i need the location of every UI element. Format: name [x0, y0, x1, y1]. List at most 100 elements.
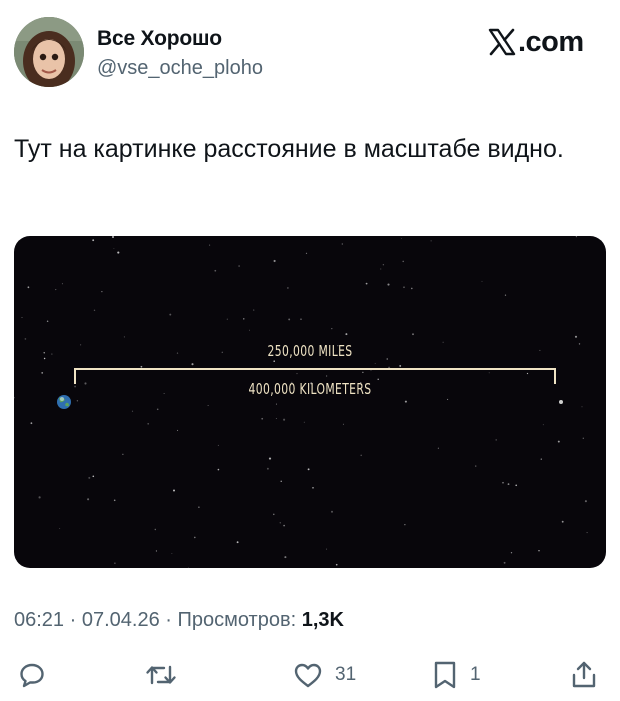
star	[273, 513, 275, 516]
reply-button[interactable]	[18, 655, 46, 695]
star	[55, 289, 57, 291]
display-name[interactable]: Все Хорошо	[97, 27, 222, 51]
star	[191, 363, 194, 366]
star	[87, 498, 90, 501]
star	[380, 268, 382, 270]
star	[502, 481, 504, 484]
star	[46, 320, 49, 323]
star	[14, 396, 15, 399]
star	[538, 550, 540, 552]
star	[113, 499, 116, 502]
action-bar: 31 1	[0, 655, 620, 695]
star	[447, 398, 449, 400]
star	[335, 563, 338, 566]
avatar[interactable]	[14, 17, 84, 87]
brand-link[interactable]: .com	[488, 25, 584, 59]
like-button[interactable]: 31	[293, 655, 356, 695]
star	[526, 372, 529, 375]
star	[217, 444, 219, 446]
star	[171, 553, 173, 554]
star	[59, 528, 61, 529]
star	[51, 353, 53, 355]
star	[362, 371, 364, 373]
star	[15, 559, 18, 562]
retweet-button[interactable]	[145, 655, 177, 695]
star	[123, 336, 125, 338]
like-count: 31	[335, 664, 357, 685]
star	[43, 352, 45, 354]
share-button[interactable]	[570, 655, 598, 695]
star	[561, 520, 564, 523]
star	[27, 286, 30, 289]
star	[122, 453, 124, 455]
star	[404, 524, 406, 526]
star	[61, 283, 63, 285]
star	[584, 500, 587, 503]
star	[243, 318, 245, 320]
star	[400, 238, 402, 240]
star	[503, 561, 506, 564]
bookmark-count: 1	[470, 664, 481, 685]
star	[131, 410, 134, 412]
star	[387, 283, 390, 286]
star	[280, 480, 282, 482]
tweet-text: Тут на картинке расстояние в масштабе ви…	[14, 135, 564, 163]
tweet-meta: 06:21 · 07.04.26 · Просмотров: 1,3K	[14, 609, 344, 632]
star	[475, 465, 477, 467]
star	[249, 329, 250, 331]
star	[402, 260, 404, 263]
tweet-media-image[interactable]: 250,000 MILES 400,000 KILOMETERS	[14, 236, 606, 568]
star	[411, 287, 413, 290]
star	[542, 424, 544, 426]
star	[582, 437, 584, 439]
star	[112, 236, 114, 238]
star	[43, 357, 46, 360]
star	[92, 475, 95, 478]
star	[586, 532, 588, 534]
retweet-icon	[146, 665, 176, 685]
bookmark-button[interactable]: 1	[432, 655, 481, 695]
star	[557, 440, 560, 443]
brand-text: .com	[518, 25, 584, 58]
kilometers-label: 400,000 KILOMETERS	[248, 380, 372, 398]
tweet-time[interactable]: 06:21	[14, 609, 64, 631]
star	[273, 259, 276, 263]
star	[24, 338, 27, 340]
star	[360, 454, 362, 457]
star	[342, 423, 344, 425]
star	[236, 541, 239, 544]
star	[507, 483, 510, 485]
star	[488, 372, 490, 374]
star	[365, 282, 368, 285]
star	[303, 421, 305, 423]
star	[187, 567, 189, 568]
star	[268, 457, 272, 460]
star	[399, 364, 402, 367]
star	[198, 506, 200, 508]
star	[169, 313, 172, 316]
heart-icon	[294, 663, 322, 688]
star	[305, 252, 308, 254]
user-handle[interactable]: @vse_oche_ploho	[97, 57, 263, 80]
star	[41, 372, 44, 374]
star	[296, 373, 298, 375]
star	[539, 349, 541, 351]
star	[266, 467, 269, 470]
star	[177, 429, 179, 431]
star	[437, 447, 439, 449]
meta-separator: ·	[159, 609, 178, 631]
star	[84, 382, 87, 385]
tweet-date[interactable]: 07.04.26	[82, 609, 160, 631]
star	[430, 240, 432, 242]
star	[581, 406, 583, 408]
x-logo-icon	[488, 28, 516, 56]
star	[283, 524, 285, 527]
star	[88, 476, 91, 479]
star	[38, 496, 41, 499]
bookmark-icon	[434, 661, 456, 689]
star	[341, 243, 343, 245]
moon-icon	[559, 400, 563, 404]
star	[76, 400, 79, 402]
star	[312, 486, 314, 489]
star	[156, 408, 159, 411]
